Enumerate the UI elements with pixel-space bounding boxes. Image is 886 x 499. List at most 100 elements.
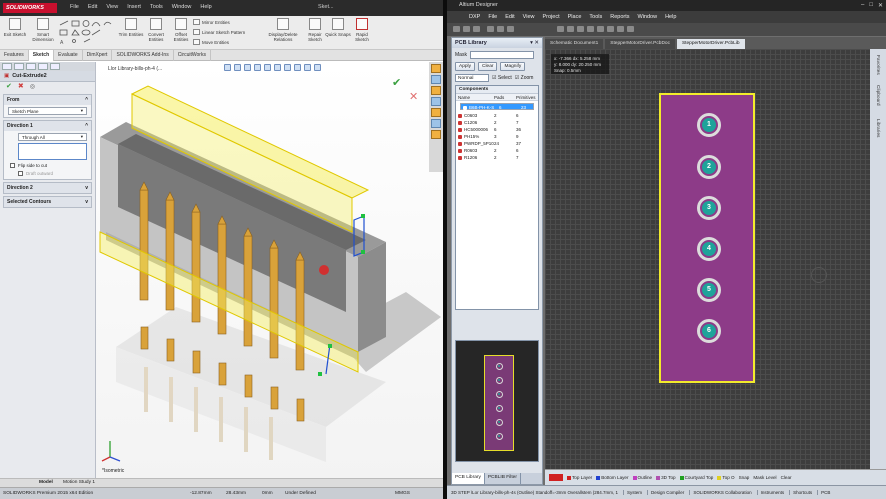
footprint-outline[interactable]: 1 2 3 4 5 6	[659, 93, 755, 383]
sw-menu-tools[interactable]: Tools	[150, 4, 163, 10]
move-entities-button[interactable]: Move Entities	[193, 39, 229, 45]
libraries-panel-tab[interactable]: Libraries	[875, 119, 880, 137]
place-track-icon[interactable]	[567, 26, 574, 32]
pcb-editor-canvas[interactable]: x: -7.366 dx: 5.258 mm y: 8.000 dy: 20.2…	[545, 49, 870, 469]
favorites-panel-tab[interactable]: Favorites	[875, 55, 880, 75]
new-icon[interactable]	[453, 26, 460, 32]
design-library-icon[interactable]	[431, 75, 441, 84]
component-row[interactable]: R0603 2 6	[456, 147, 538, 154]
layer-bottom[interactable]: Bottom Layer	[596, 475, 629, 480]
place-string-icon[interactable]	[597, 26, 604, 32]
doc-tab-schematic[interactable]: Schematic Document1	[545, 39, 604, 49]
display-style-icon[interactable]	[274, 64, 281, 71]
place-via-icon[interactable]	[587, 26, 594, 32]
dimxpert-tab[interactable]	[38, 63, 48, 70]
place-pad-icon[interactable]	[557, 26, 564, 32]
ad-menu-tools[interactable]: Tools	[589, 14, 602, 23]
file-explorer-icon[interactable]	[431, 86, 441, 95]
select-checkbox[interactable]: ☑ Select	[492, 75, 512, 81]
sw-menu-help[interactable]: Help	[200, 4, 211, 10]
layer-3d-top[interactable]: 3D Top	[656, 475, 676, 480]
ad-menu-place[interactable]: Place	[568, 14, 582, 23]
magnify-button[interactable]: Magnify	[500, 62, 526, 71]
component-row[interactable]: C1206 2 7	[456, 119, 538, 126]
hide-show-icon[interactable]	[284, 64, 291, 71]
graphics-area[interactable]: Llor Library-bills-ph-4 (... ✔ ✕ *Isomet…	[96, 62, 443, 478]
footprint-preview[interactable]	[455, 340, 539, 462]
exit-sketch-button[interactable]: Exit Sketch	[2, 18, 28, 37]
sw-menu-edit[interactable]: Edit	[88, 4, 97, 10]
place-3d-body-icon[interactable]	[627, 26, 634, 32]
status-instruments[interactable]: Instruments	[756, 490, 784, 495]
ad-menu-edit[interactable]: Edit	[505, 14, 514, 23]
cancel-x-icon[interactable]: ✖	[18, 83, 24, 90]
sketch-tools-icons[interactable]: A	[58, 19, 114, 47]
direction2-group[interactable]: Direction 2 v	[3, 182, 92, 194]
component-row[interactable]: PWRDP_5P10 24 37	[456, 140, 538, 147]
resources-icon[interactable]	[431, 64, 441, 73]
status-system[interactable]: System	[623, 490, 642, 495]
offset-entities-button[interactable]: Offset Entities	[168, 18, 194, 42]
apply-button[interactable]: Apply	[455, 62, 475, 71]
selected-contours-group[interactable]: Selected Contours v	[3, 196, 92, 208]
draft-outward-checkbox[interactable]: Draft outward	[18, 171, 85, 176]
ad-menu-help[interactable]: Help	[665, 14, 676, 23]
sw-menu-file[interactable]: File	[70, 4, 79, 10]
quick-snaps-button[interactable]: Quick Snaps	[325, 18, 351, 37]
custom-properties-icon[interactable]	[431, 119, 441, 128]
status-design-compiler[interactable]: Design Compiler	[647, 490, 684, 495]
pad-1[interactable]: 1	[697, 113, 721, 137]
components-list[interactable]: Components Name Pads Primitives B6B-PH-K…	[455, 85, 539, 310]
clear-mask-button[interactable]: Clear	[781, 475, 792, 480]
ad-menu-reports[interactable]: Reports	[610, 14, 629, 23]
appearances-icon[interactable]	[431, 108, 441, 117]
smart-dimension-button[interactable]: Smart Dimension	[30, 18, 56, 42]
col-pads[interactable]: Pads	[494, 94, 516, 101]
detailed-preview-icon[interactable]: ◎	[30, 84, 35, 90]
ad-menu-project[interactable]: Project	[543, 14, 560, 23]
clear-button[interactable]: Clear	[478, 62, 498, 71]
save-icon[interactable]	[473, 26, 480, 32]
close-icon[interactable]: ✕	[878, 2, 883, 9]
component-row[interactable]: PH15% 3 9	[456, 133, 538, 140]
panel-pin-icon[interactable]: ▾ ✕	[530, 40, 539, 46]
minimize-icon[interactable]: –	[861, 2, 864, 9]
checkbox[interactable]	[10, 163, 15, 168]
display-manager-tab[interactable]	[50, 63, 60, 70]
appearance-icon[interactable]	[294, 64, 301, 71]
component-row[interactable]: HC5000006 6 36	[456, 126, 538, 133]
previous-view-icon[interactable]	[244, 64, 251, 71]
doc-tab-pcblib[interactable]: StepperMotorDriver.PcbLib	[676, 39, 745, 49]
tab-pcb-library[interactable]: PCB Library	[452, 473, 485, 484]
current-layer-swatch[interactable]	[549, 474, 563, 481]
scene-icon[interactable]	[304, 64, 311, 71]
sw-menu-view[interactable]: View	[106, 4, 118, 10]
tab-dimxpert[interactable]: DimXpert	[83, 50, 113, 61]
maximize-icon[interactable]: □	[869, 2, 873, 9]
ad-menu-window[interactable]: Window	[638, 14, 658, 23]
zoom-checkbox[interactable]: ☑ Zoom	[515, 75, 534, 81]
col-name[interactable]: Name	[458, 94, 494, 101]
view-palette-icon[interactable]	[431, 97, 441, 106]
status-pcb[interactable]: PCB	[817, 490, 830, 495]
open-icon[interactable]	[463, 26, 470, 32]
pad-6[interactable]: 6	[697, 319, 721, 343]
tab-model[interactable]: Model	[36, 480, 56, 485]
snap-toggle[interactable]: Snap	[739, 475, 750, 480]
collapse-icon[interactable]: ^	[85, 123, 88, 129]
linear-pattern-button[interactable]: Linear Sketch Pattern	[193, 29, 245, 35]
flip-side-checkbox[interactable]: Flip side to cut	[10, 163, 85, 168]
layer-courtyard-top[interactable]: Courtyard Top	[679, 475, 713, 480]
property-manager-tab[interactable]	[14, 63, 24, 70]
pad-3[interactable]: 3	[697, 196, 721, 220]
ok-check-icon[interactable]: ✔	[6, 83, 12, 90]
status-shortcuts[interactable]: Shortcuts	[789, 490, 812, 495]
status-solidworks-collab[interactable]: SOLIDWORKS Collaboration	[689, 490, 752, 495]
tab-sketch[interactable]: Sketch	[28, 50, 55, 61]
pad-5[interactable]: 5	[697, 278, 721, 302]
expand-icon[interactable]: v	[85, 185, 88, 191]
view-orientation-icon[interactable]	[264, 64, 271, 71]
col-primitives[interactable]: Primitives	[516, 94, 542, 101]
layer-top-overlay[interactable]: Top O	[717, 475, 735, 480]
tab-pcblib-filter[interactable]: PCBLIB Filter	[485, 473, 521, 484]
